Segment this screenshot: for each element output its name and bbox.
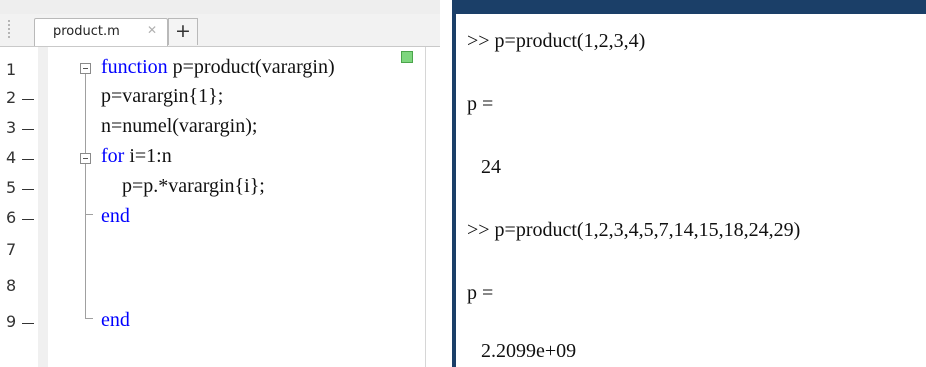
- line-number-8: 8: [6, 276, 17, 295]
- editor-pane: product.m ✕ + 1 2 3 4 5 6 7 8 9 function…: [0, 0, 440, 367]
- right-text-limit-line: [425, 47, 426, 367]
- breakpoint-marker-4[interactable]: [22, 159, 34, 160]
- code-text: p=product(varargin): [167, 56, 335, 78]
- fold-end-for: [85, 214, 93, 215]
- code-folding-column: [38, 47, 48, 367]
- new-tab-button[interactable]: +: [168, 18, 198, 45]
- line-number-3: 3: [6, 118, 17, 137]
- fold-toggle-for-icon[interactable]: [80, 153, 91, 164]
- line-number-7: 7: [6, 240, 17, 259]
- code-line-4[interactable]: for i=1:n: [101, 145, 172, 168]
- console-command-2: >> p=product(1,2,3,4,5,7,14,15,18,24,29): [467, 219, 801, 241]
- line-number-5: 5: [6, 178, 17, 197]
- tab-product-m[interactable]: product.m ✕: [34, 18, 168, 46]
- console-output-label-1: p =: [467, 93, 494, 115]
- close-icon[interactable]: ✕: [147, 23, 157, 37]
- breakpoint-marker-9[interactable]: [22, 323, 34, 324]
- console-command-1: >> p=product(1,2,3,4): [467, 30, 646, 52]
- breakpoint-marker-2[interactable]: [22, 99, 34, 100]
- code-analyzer-status-icon[interactable]: [401, 51, 413, 63]
- fold-end-function: [85, 318, 93, 319]
- code-line-1[interactable]: function p=product(varargin): [101, 56, 335, 79]
- keyword-for: for: [101, 145, 125, 167]
- matlab-workspace: product.m ✕ + 1 2 3 4 5 6 7 8 9 function…: [0, 0, 926, 367]
- editor-toolstrip-edge: [0, 0, 440, 15]
- console-output-label-2: p =: [467, 282, 494, 304]
- tab-bar-grip[interactable]: [8, 20, 16, 38]
- line-number-4: 4: [6, 148, 17, 167]
- breakpoint-marker-3[interactable]: [22, 129, 34, 130]
- keyword-function: function: [101, 56, 168, 78]
- tab-label: product.m: [53, 24, 120, 39]
- fold-guide-function: [85, 74, 86, 318]
- code-text: i=1:n: [124, 145, 172, 167]
- command-window[interactable]: >> p=product(1,2,3,4) p = 24 >> p=produc…: [456, 0, 926, 367]
- command-window-border: [456, 0, 926, 14]
- console-output-value-1: 24: [481, 156, 501, 178]
- console-output-value-2: 2.2099e+09: [481, 340, 577, 362]
- line-number-6: 6: [6, 208, 17, 227]
- breakpoint-marker-5[interactable]: [22, 189, 34, 190]
- breakpoint-marker-6[interactable]: [22, 219, 34, 220]
- code-line-9[interactable]: end: [101, 309, 130, 332]
- code-line-2[interactable]: p=varargin{1};: [101, 85, 223, 108]
- fold-toggle-function-icon[interactable]: [80, 63, 91, 74]
- code-line-6[interactable]: end: [101, 205, 130, 228]
- code-line-3[interactable]: n=numel(varargin);: [101, 115, 257, 138]
- line-number-1: 1: [6, 60, 17, 79]
- line-number-9: 9: [6, 312, 17, 331]
- code-line-5[interactable]: p=p.*varargin{i};: [122, 175, 265, 198]
- line-number-2: 2: [6, 88, 17, 107]
